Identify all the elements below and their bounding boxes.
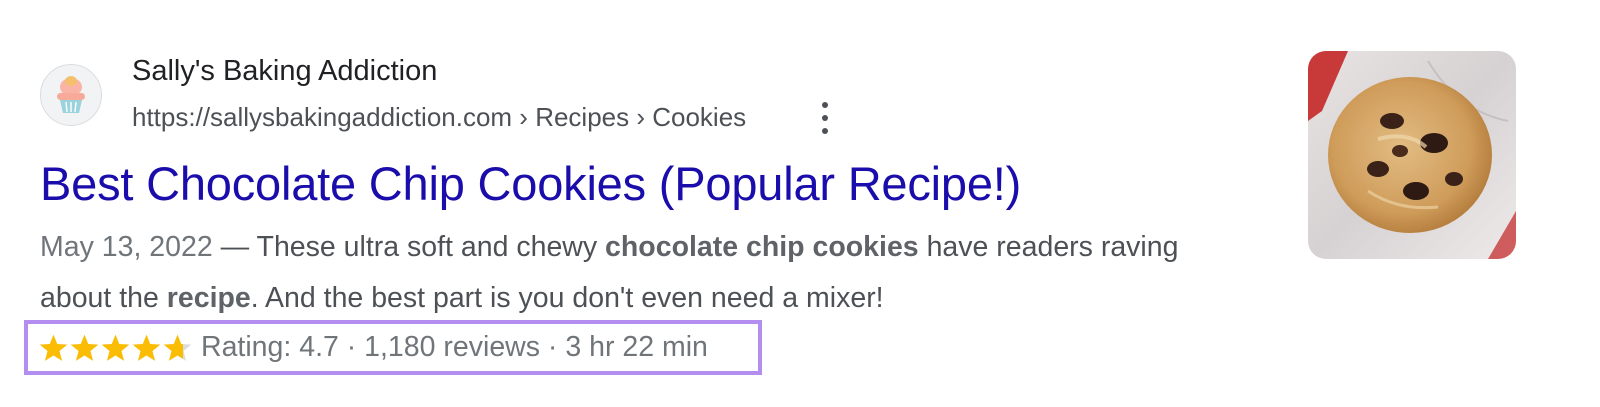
site-name[interactable]: Sally's Baking Addiction (132, 55, 437, 88)
snippet-text: These ultra soft and chewy (256, 231, 606, 263)
result-snippet: May 13, 2022 — These ultra soft and chew… (40, 222, 1240, 324)
snippet-text: . And the best part is you don't even ne… (250, 282, 884, 314)
cookie-image[interactable] (1308, 51, 1516, 259)
star-icon (132, 334, 161, 361)
more-vert-icon-dot (822, 115, 828, 121)
breadcrumb[interactable]: https://sallysbakingaddiction.com › Reci… (132, 102, 746, 133)
result-date: May 13, 2022 (40, 231, 213, 263)
site-favicon[interactable] (40, 64, 102, 126)
rating-details: Rating: 4.7 · 1,180 reviews · 3 hr 22 mi… (201, 331, 708, 363)
star-icon (70, 334, 99, 361)
snippet-bold-term: recipe (166, 282, 251, 314)
cupcake-icon (57, 76, 85, 113)
more-vert-icon-dot (822, 128, 828, 134)
more-vert-icon-dot (822, 102, 828, 108)
star-icon (163, 334, 192, 361)
more-options-button[interactable] (814, 102, 836, 134)
result-title-link[interactable]: Best Chocolate Chip Cookies (Popular Rec… (40, 156, 1021, 211)
star-icon (39, 334, 68, 361)
star-rating (38, 333, 193, 363)
star-icon (101, 334, 130, 361)
snippet-separator: — (212, 231, 257, 263)
snippet-bold-term: chocolate chip cookies (605, 231, 919, 263)
rich-results-highlight: Rating: 4.7 · 1,180 reviews · 3 hr 22 mi… (24, 320, 762, 375)
